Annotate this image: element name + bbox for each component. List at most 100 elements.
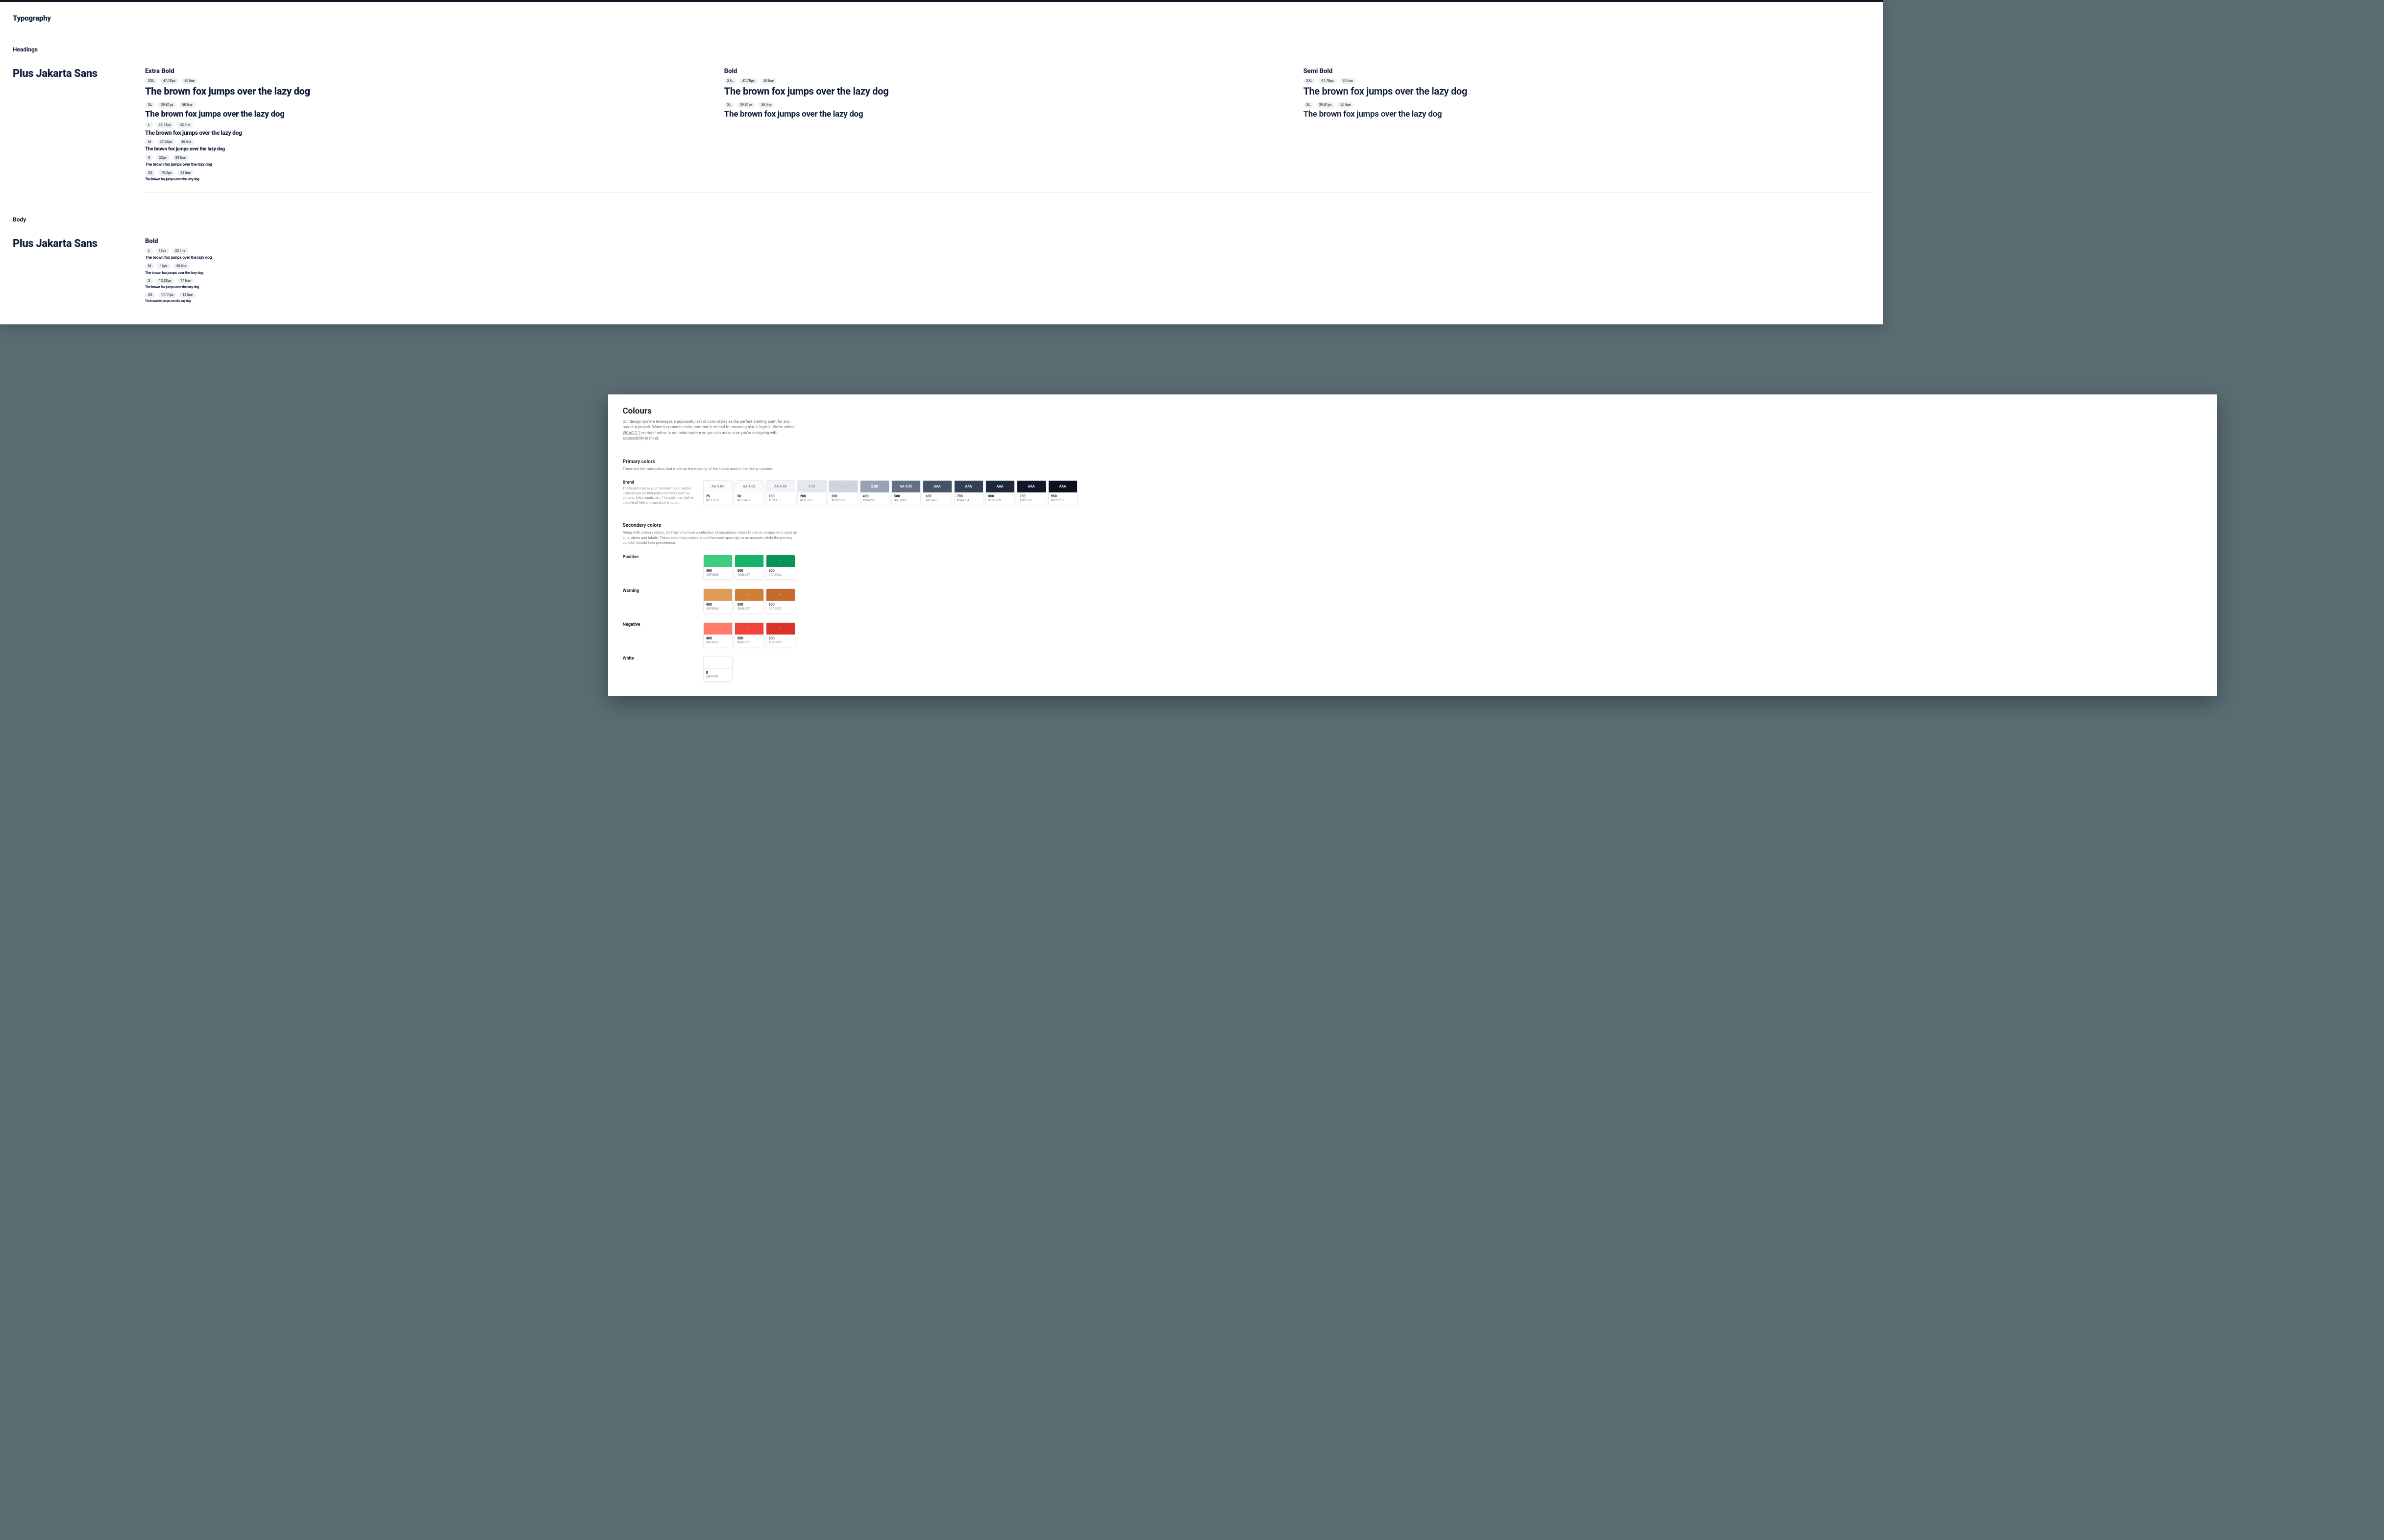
row-name: Warning [623,588,696,593]
chip: AAA [923,481,952,492]
weight-title: Extra Bold [145,68,713,75]
chip: AAA [1049,481,1077,492]
weight-col-extra-bold: Extra BoldXXL47.78px50 lineThe brown fox… [145,68,713,183]
tag: S [145,278,153,284]
swatch-brand-200: 3.99200#E4E7EC [797,480,827,505]
tag: M [145,263,154,269]
swatch-warning-400: -400#DF9B58 [703,588,733,613]
chip: - [735,555,763,567]
step: 500 [894,494,918,498]
tag: S [145,155,153,161]
hex: #D88037 [737,640,761,644]
swatch-negative-600: -600#CA692C [766,622,795,647]
step: 400 [706,636,730,640]
tag: 39.81px [158,102,176,108]
step: 50 [737,494,761,498]
tag: XXL [145,78,157,84]
hex-white: #FFFFFF [706,675,730,679]
font-name-headings: Plus Jakarta Sans [13,68,145,183]
rating: AA 4.95 [900,485,912,489]
weight-col-semi-bold: Semi BoldXXL47.78px50 lineThe brown fox … [1303,68,1871,183]
hex: #344054 [957,498,981,502]
weight-col-bold: Bold XXL47.78px50 line The brown fox jumps… [724,68,1292,183]
tag: XL [724,102,734,108]
swatch-brand-50: AA 4.63 50#F9FAFB [735,480,764,505]
rating: AA 4.84 [712,485,724,489]
tag: XXL [724,78,737,84]
step: 400 [863,494,886,498]
row-name: Negative [623,622,696,627]
size-tags: XXL47.78px50 line [724,78,1292,84]
sample-text: The brown fox jumps over the lazy dog [145,85,713,97]
step: 600 [769,636,792,640]
rating: - [717,559,718,563]
step-white: 0 [706,671,730,675]
rating: - [780,593,781,597]
hex: #CA692C [769,573,792,577]
swatches: -400#DF9B58-500#D88037-600#CA692C [703,555,2173,580]
hex: #CA692C [769,640,792,644]
size-tags: L18px23 line [145,248,1870,254]
palette-label: Negative [623,622,696,647]
sample-text: The brown fox jumps over the lazy dog [724,109,1292,119]
secondary-colors-sub: Along with primary colors, it's helpful … [623,530,799,546]
tag: 42 line [177,122,193,128]
sample-text: The brown fox jumps over the lazy dog [145,285,1870,289]
step: 500 [737,569,761,573]
tag: XXL [1303,78,1316,84]
hex: #E4E7EC [800,498,824,502]
rating: AAA [997,485,1004,489]
wcag-link[interactable]: WCAG 2.1 [623,431,640,435]
tag: L [145,248,153,254]
chip: - [704,555,732,567]
size-tags: XL39.81px50 line [1303,102,1871,108]
step: 900 [1020,494,1043,498]
step: 300 [832,494,855,498]
chip: AA 4.63 [735,481,763,492]
size-tags: XS11.11px14 line [145,292,1870,298]
step: 600 [926,494,949,498]
sample-text: The brown fox jumps over the lazy dog [145,162,713,167]
hex: #D88037 [737,573,761,577]
chip: - [735,589,763,601]
sample-text: The brown fox jumps over the lazy dog [145,255,1870,260]
sample-text: The brown fox jumps over the lazy dog [1303,85,1871,97]
step: 600 [769,603,792,607]
chip: - [766,589,795,601]
weight-title: Bold [724,68,1292,75]
chip: AA 4.95 [892,481,920,492]
hex: #F9FAFB [737,498,761,502]
size-tags: XXL47.78px50 line [1303,78,1871,84]
tag: 47.78px [160,78,178,84]
step: 25 [706,494,730,498]
sample-text: The brown fox jumps over the lazy dog [145,147,713,152]
primary-colors-sub: These are the main colors that make up t… [623,466,799,472]
swatch-positive-400: - 400#DF9B58 [703,555,733,580]
swatch-brand-900: AAA900#101828 [1017,480,1046,505]
sample-text: The brown fox jumps over the lazy dog [145,270,1870,275]
tag: 50 line [1340,78,1356,84]
size-tags: L33.18px42 line [145,122,713,128]
hex: #DF9B58 [706,573,730,577]
colours-intro: Our design system leverages a purposeful… [623,419,799,441]
palette-label: Positive [623,555,696,580]
hex: #98A2B3 [863,498,886,502]
tag: 50 line [181,78,197,84]
step: 800 [988,494,1012,498]
body-label: Body [13,216,1870,223]
tag: XS [145,292,155,298]
swatches: -400#DF9B58-500#D88037-600#CA692C [703,588,2173,613]
headings-label: Headings [13,46,1870,53]
swatch-negative-400: -400#DF9B58 [703,622,733,647]
rating: AAA [965,485,972,489]
rating: - [748,627,750,631]
chip: AAA [986,481,1014,492]
swatches: -400#DF9B58-500#D88037-600#CA692C [703,622,2173,647]
size-tags: XL39.81px50 line [145,102,713,108]
headings-row: Plus Jakarta Sans Extra BoldXXL47.78px50… [13,68,1870,183]
hex: #0C111D [1051,498,1075,502]
step: 400 [706,569,730,573]
rating: - [748,559,750,563]
rating: 3.99 [809,485,815,489]
swatch-brand-600: AAA600#475467 [923,480,952,505]
